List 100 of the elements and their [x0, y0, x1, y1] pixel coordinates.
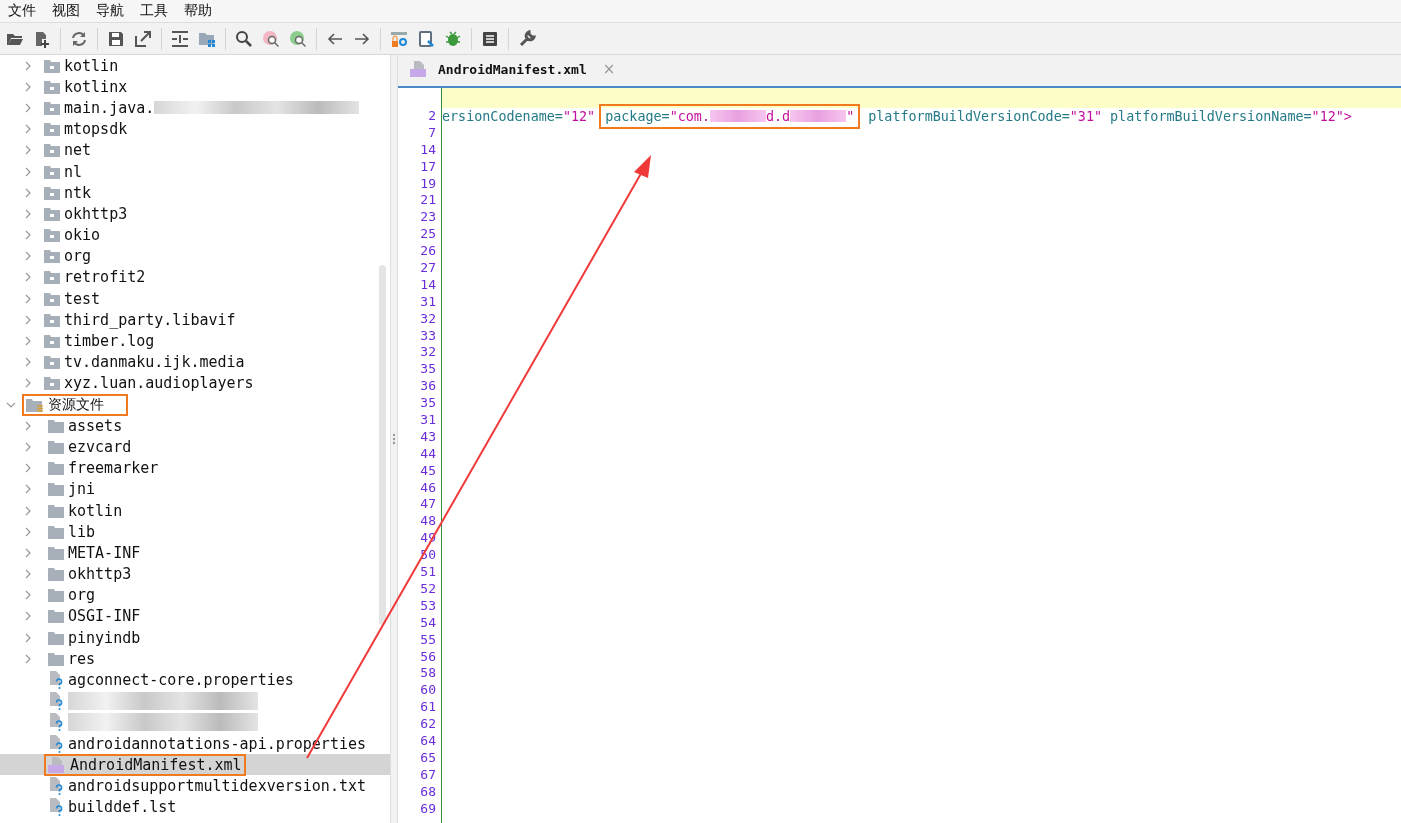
chevron-right-icon[interactable]: [24, 526, 32, 537]
chevron-right-icon[interactable]: [24, 60, 32, 71]
tree-item[interactable]: OSGI-INF: [68, 607, 141, 626]
scrollbar-thumb[interactable]: [379, 265, 386, 625]
chevron-right-icon[interactable]: [24, 505, 32, 516]
chevron-right-icon[interactable]: [24, 145, 32, 156]
folder-icon: [48, 439, 64, 454]
tree-item[interactable]: agconnect-core.properties: [68, 671, 294, 690]
tree-row[interactable]: pinyindb: [0, 627, 390, 649]
chevron-right-icon[interactable]: [24, 463, 32, 474]
chevron-right-icon[interactable]: [24, 336, 32, 347]
chevron-right-icon[interactable]: [24, 251, 32, 262]
chevron-right-icon[interactable]: [24, 569, 32, 580]
chevron-right-icon[interactable]: [24, 632, 32, 643]
save-icon[interactable]: [107, 29, 125, 48]
tree-item[interactable]: timber.log: [64, 332, 155, 351]
tree-row[interactable]: jni: [0, 478, 390, 500]
tree-item[interactable]: okio: [64, 226, 101, 245]
tree-item[interactable]: pinyindb: [68, 628, 141, 647]
tree-item[interactable]: xyz.luan.audioplayers: [64, 374, 254, 393]
tree-item[interactable]: res: [68, 649, 96, 668]
tree-item[interactable]: retrofit2: [64, 268, 146, 287]
tree-row[interactable]: lib: [0, 521, 390, 543]
chevron-right-icon[interactable]: [24, 314, 32, 325]
menu-item[interactable]: 视图: [44, 2, 88, 20]
chevron-right-icon[interactable]: [24, 166, 32, 177]
lock-gear-icon[interactable]: [390, 29, 408, 48]
resource-root-item[interactable]: 资源文件: [22, 393, 128, 416]
menu-item[interactable]: 工具: [132, 2, 176, 20]
wrench-icon[interactable]: [518, 29, 536, 48]
chevron-right-icon[interactable]: [24, 547, 32, 558]
chevron-right-icon[interactable]: [24, 357, 32, 368]
chevron-right-icon[interactable]: [24, 378, 32, 389]
tree-row[interactable]: freemarker: [0, 457, 390, 479]
tree-item[interactable]: lib: [68, 522, 96, 541]
tree-row[interactable]: res: [0, 648, 390, 670]
bug-icon[interactable]: [444, 29, 462, 48]
tree-item[interactable]: tv.danmaku.ijk.media: [64, 353, 245, 372]
tree-row[interactable]: META-INF: [0, 542, 390, 564]
tree-item[interactable]: kotlin: [64, 56, 119, 75]
tree-item[interactable]: test: [64, 289, 101, 308]
menu-item[interactable]: 导航: [88, 2, 132, 20]
tree-item[interactable]: org: [64, 247, 92, 266]
tree-item[interactable]: ezvcard: [68, 437, 132, 456]
chevron-right-icon[interactable]: [24, 208, 32, 219]
tree-item[interactable]: androidsupportmultidexversion.txt: [68, 776, 366, 795]
chevron-right-icon[interactable]: [24, 124, 32, 135]
tree-item[interactable]: okhttp3: [64, 204, 128, 223]
tree-item[interactable]: freemarker: [68, 459, 159, 478]
search-disc-icon[interactable]: [289, 29, 307, 48]
tree-item[interactable]: jni: [68, 480, 96, 499]
search-circle-icon[interactable]: [262, 29, 280, 48]
chevron-right-icon[interactable]: [24, 590, 32, 601]
export-icon[interactable]: [134, 29, 152, 48]
list-icon[interactable]: [481, 29, 499, 48]
chevron-down-icon[interactable]: [6, 400, 16, 409]
add-file-icon[interactable]: [33, 29, 51, 48]
chevron-right-icon[interactable]: [24, 420, 32, 431]
tree-item[interactable]: org: [68, 586, 96, 605]
tree-row[interactable]: assets: [0, 415, 390, 437]
editor-tab[interactable]: AndroidManifest.xml ×: [406, 60, 624, 86]
tree-item[interactable]: kotlin: [68, 501, 123, 520]
tree-item[interactable]: third_party.libavif: [64, 310, 236, 329]
tree-item[interactable]: META-INF: [68, 543, 141, 562]
tree-row[interactable]: okhttp3: [0, 563, 390, 585]
tree-item[interactable]: mtopsdk: [64, 120, 128, 139]
tree-item[interactable]: nl: [64, 162, 83, 181]
tree-item[interactable]: kotlinx: [64, 77, 128, 96]
tree-row[interactable]: kotlin: [0, 499, 390, 522]
chevron-right-icon[interactable]: [24, 611, 32, 622]
menu-item[interactable]: 文件: [6, 2, 44, 20]
tree-item[interactable]: assets: [68, 416, 123, 435]
chevron-right-icon[interactable]: [24, 81, 32, 92]
chevron-right-icon[interactable]: [24, 293, 32, 304]
menu-item[interactable]: 帮助: [176, 2, 220, 20]
device-icon[interactable]: [417, 29, 435, 48]
refresh-icon[interactable]: [70, 29, 88, 48]
tree-row[interactable]: OSGI-INF: [0, 605, 390, 628]
tree-item[interactable]: okhttp3: [68, 565, 132, 584]
tree-item[interactable]: net: [64, 141, 92, 160]
chevron-right-icon[interactable]: [24, 230, 32, 241]
tree-row[interactable]: org: [0, 584, 390, 606]
tree-row[interactable]: androidsupportmultidexversion.txt: [0, 775, 390, 797]
chevron-right-icon[interactable]: [24, 187, 32, 198]
tree-row[interactable]: ezvcard: [0, 436, 390, 458]
chevron-right-icon[interactable]: [24, 653, 32, 664]
tree-item[interactable]: builddef.lst: [68, 798, 177, 817]
chevron-right-icon[interactable]: [24, 102, 32, 113]
chevron-right-icon[interactable]: [24, 272, 32, 283]
line-number: 61: [420, 699, 436, 715]
tree-row[interactable]: builddef.lst: [0, 796, 390, 818]
tree-row[interactable]: AndroidManifest.xml: [0, 754, 390, 776]
tree-item[interactable]: main.java.: [64, 98, 155, 117]
collapse-icon[interactable]: [171, 29, 189, 48]
chevron-right-icon[interactable]: [24, 441, 32, 452]
splitter-handle[interactable]: [392, 433, 396, 445]
search-icon[interactable]: [235, 29, 253, 48]
chevron-right-icon[interactable]: [24, 484, 32, 495]
tree-item[interactable]: ntk: [64, 183, 92, 202]
tree-row[interactable]: agconnect-core.properties: [0, 669, 390, 691]
